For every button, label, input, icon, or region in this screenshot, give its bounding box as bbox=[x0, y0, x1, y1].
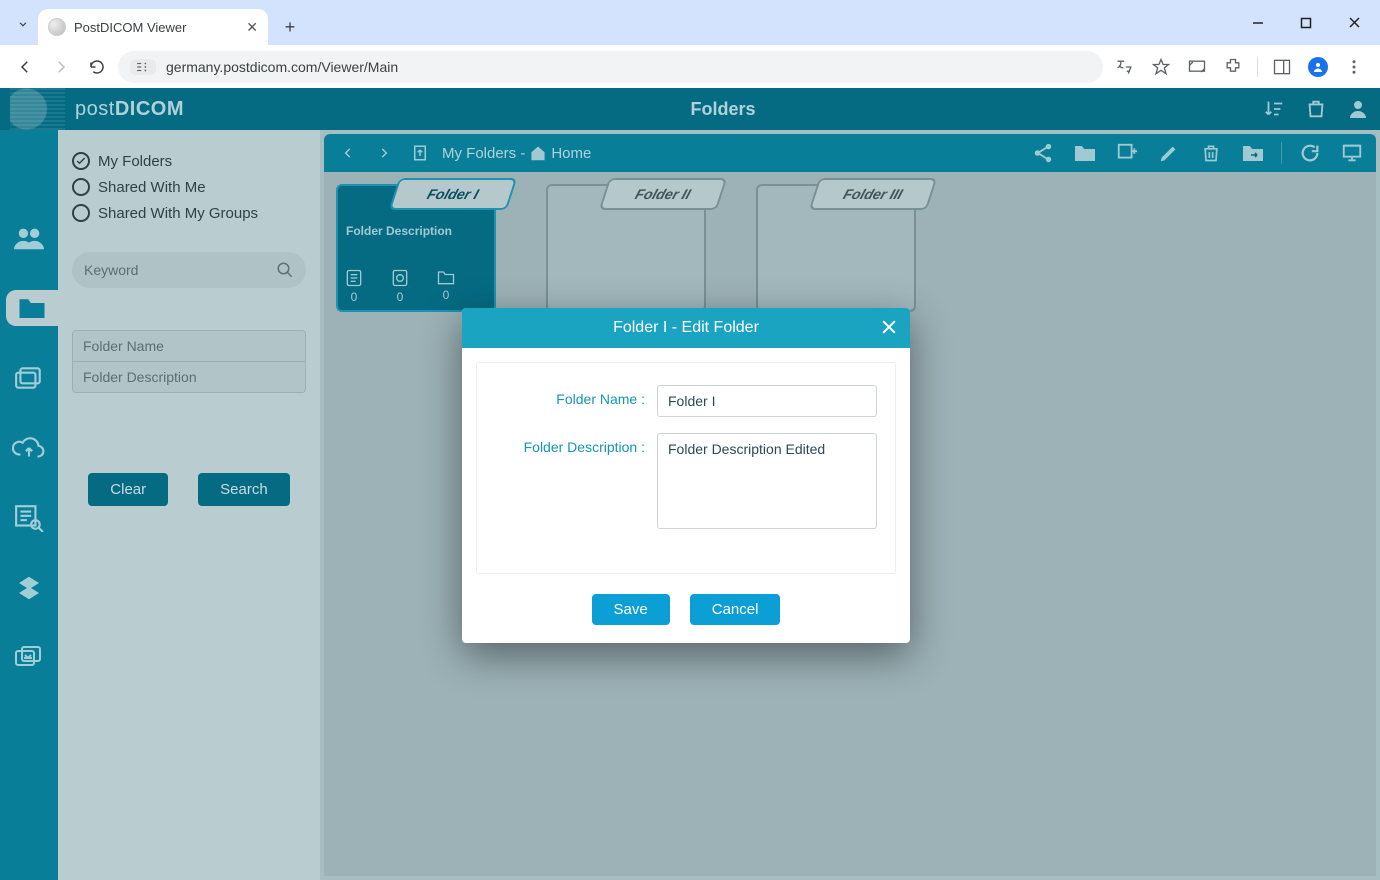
url-text: germany.postdicom.com/Viewer/Main bbox=[166, 59, 398, 75]
save-button[interactable]: Save bbox=[592, 594, 670, 625]
translate-icon[interactable] bbox=[1109, 51, 1141, 83]
separator bbox=[1257, 57, 1258, 77]
screen-icon[interactable] bbox=[1181, 51, 1213, 83]
window-controls bbox=[1236, 0, 1376, 45]
modal-close-icon[interactable] bbox=[876, 314, 902, 340]
kebab-menu-icon[interactable] bbox=[1338, 51, 1370, 83]
tab-title: PostDICOM Viewer bbox=[74, 20, 186, 35]
cancel-button[interactable]: Cancel bbox=[690, 594, 781, 625]
folder-desc-label: Folder Description : bbox=[495, 433, 645, 455]
new-tab-button[interactable]: + bbox=[276, 13, 304, 41]
reload-button[interactable] bbox=[82, 52, 112, 82]
maximize-button[interactable] bbox=[1284, 7, 1328, 39]
minimize-button[interactable] bbox=[1236, 7, 1280, 39]
bookmark-star-icon[interactable] bbox=[1145, 51, 1177, 83]
browser-tab[interactable]: PostDICOM Viewer ✕ bbox=[38, 9, 268, 45]
folder-name-label: Folder Name : bbox=[495, 385, 645, 407]
extensions-icon[interactable] bbox=[1217, 51, 1249, 83]
back-button[interactable] bbox=[10, 52, 40, 82]
forward-button[interactable] bbox=[46, 52, 76, 82]
sidepanel-icon[interactable] bbox=[1266, 51, 1298, 83]
modal-title: Folder I - Edit Folder bbox=[613, 319, 759, 337]
browser-chrome: PostDICOM Viewer ✕ + germany.postdicom.c… bbox=[0, 0, 1380, 88]
modal-header: Folder I - Edit Folder bbox=[462, 308, 910, 348]
profile-avatar[interactable] bbox=[1302, 51, 1334, 83]
folder-desc-textarea[interactable] bbox=[657, 433, 877, 529]
omnibox[interactable]: germany.postdicom.com/Viewer/Main bbox=[118, 51, 1103, 83]
folder-name-input[interactable] bbox=[657, 385, 877, 417]
favicon bbox=[48, 18, 66, 36]
tab-list-dropdown[interactable] bbox=[8, 9, 38, 39]
edit-folder-modal: Folder I - Edit Folder Folder Name : Fol… bbox=[462, 308, 910, 643]
close-tab-icon[interactable]: ✕ bbox=[246, 19, 258, 36]
close-window-button[interactable] bbox=[1332, 7, 1376, 39]
site-info-icon[interactable] bbox=[130, 59, 156, 75]
address-bar: germany.postdicom.com/Viewer/Main bbox=[0, 45, 1380, 88]
app-root: postDICOM Folders My Folders Shared With… bbox=[0, 88, 1380, 880]
tab-strip: PostDICOM Viewer ✕ + bbox=[0, 0, 1380, 45]
